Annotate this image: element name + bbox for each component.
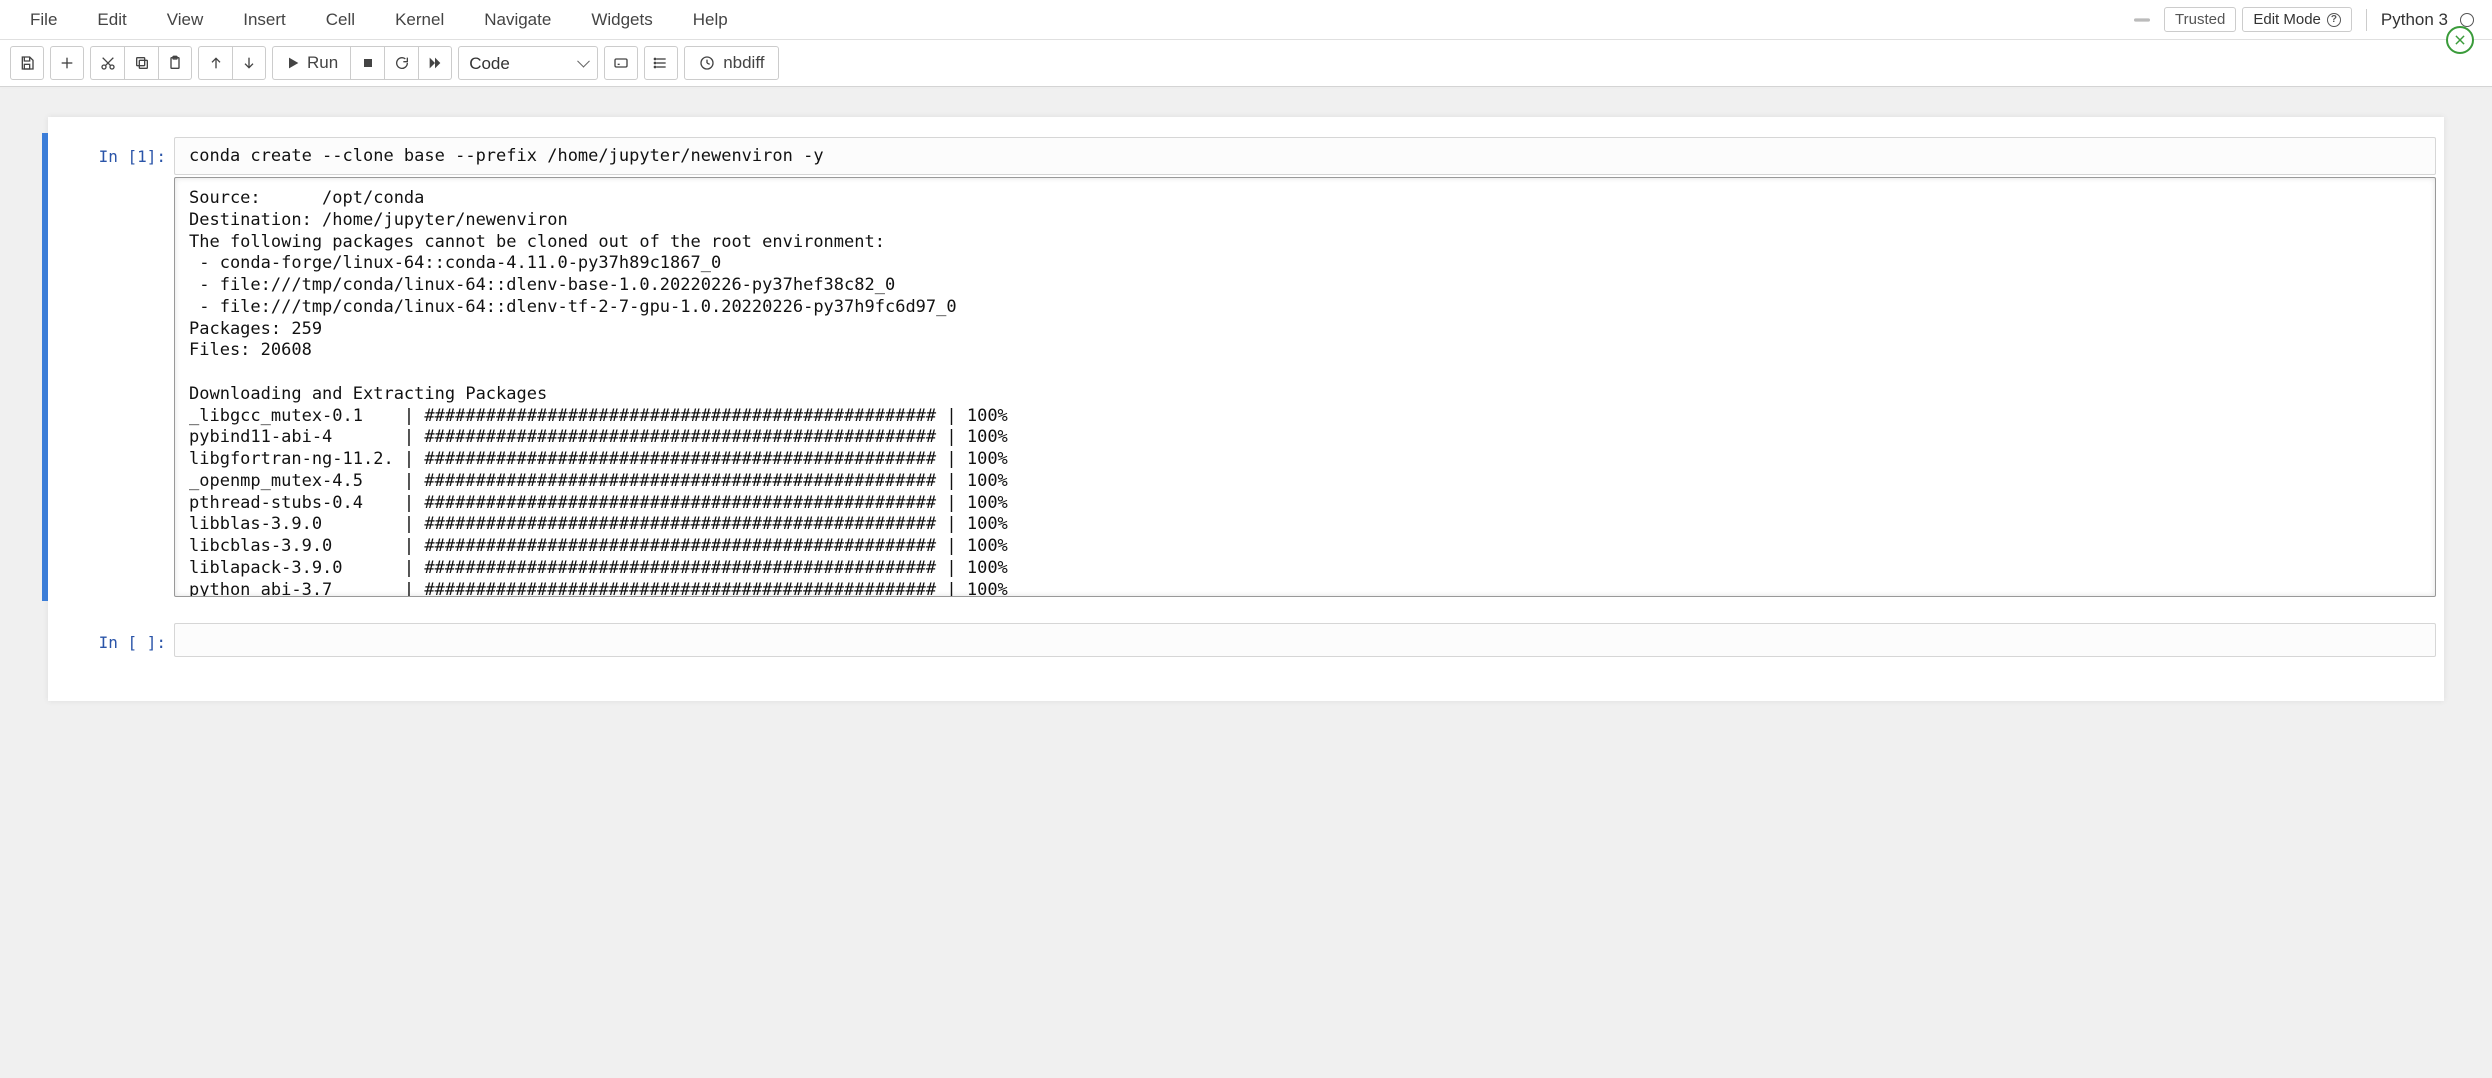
notebook-inner: In [1]: conda create --clone base --pref…: [48, 117, 2444, 701]
collapse-icon[interactable]: [2134, 15, 2154, 25]
cell-1[interactable]: In [1]: conda create --clone base --pref…: [42, 133, 2444, 601]
menu-cell[interactable]: Cell: [306, 2, 375, 38]
menu-edit[interactable]: Edit: [77, 2, 146, 38]
move-group: [198, 46, 266, 80]
cell-input-prompt: In [ ]:: [56, 623, 174, 657]
nbdiff-button[interactable]: nbdiff: [684, 46, 779, 80]
trusted-badge[interactable]: Trusted: [2164, 7, 2236, 32]
paste-button[interactable]: [158, 46, 192, 80]
run-group: Run: [272, 46, 452, 80]
menu-navigate[interactable]: Navigate: [464, 2, 571, 38]
menubar: File Edit View Insert Cell Kernel Naviga…: [0, 0, 2492, 40]
help-icon: ?: [2327, 13, 2341, 27]
toolbar: Run Code nbdiff: [0, 40, 2492, 87]
cell-input-area[interactable]: conda create --clone base --prefix /home…: [174, 137, 2436, 175]
cell-output-text: Source: /opt/conda Destination: /home/ju…: [189, 188, 2421, 597]
move-down-button[interactable]: [232, 46, 266, 80]
celltype-select-wrap: Code: [458, 46, 598, 80]
cell-input-prompt: In [1]:: [56, 137, 174, 597]
cell-body: [174, 623, 2436, 657]
cut-copy-paste-group: [90, 46, 192, 80]
menubar-right: Trusted Edit Mode ? Python 3: [2134, 7, 2482, 32]
menu-widgets[interactable]: Widgets: [571, 2, 672, 38]
move-up-button[interactable]: [198, 46, 232, 80]
restart-button[interactable]: [384, 46, 418, 80]
menu-kernel[interactable]: Kernel: [375, 2, 464, 38]
edit-mode-label: Edit Mode: [2253, 11, 2321, 28]
run-button[interactable]: Run: [272, 46, 350, 80]
restart-run-all-button[interactable]: [418, 46, 452, 80]
run-label: Run: [307, 53, 338, 73]
stop-button[interactable]: [350, 46, 384, 80]
kernel-status-icon[interactable]: [2460, 13, 2474, 27]
menu-file[interactable]: File: [10, 2, 77, 38]
cell-output-area[interactable]: Source: /opt/conda Destination: /home/ju…: [174, 177, 2436, 597]
divider: [2366, 9, 2367, 31]
command-palette-button[interactable]: [604, 46, 638, 80]
edit-mode-badge[interactable]: Edit Mode ?: [2242, 7, 2352, 32]
nbdiff-label: nbdiff: [723, 53, 764, 73]
kernel-name[interactable]: Python 3: [2381, 10, 2448, 30]
cell-input-area[interactable]: [174, 623, 2436, 657]
toc-button[interactable]: [644, 46, 678, 80]
close-round-button[interactable]: [2446, 26, 2474, 54]
cell-body: conda create --clone base --prefix /home…: [174, 137, 2436, 597]
cell-2[interactable]: In [ ]:: [48, 619, 2444, 661]
menubar-left: File Edit View Insert Cell Kernel Naviga…: [10, 2, 748, 38]
copy-button[interactable]: [124, 46, 158, 80]
menu-help[interactable]: Help: [673, 2, 748, 38]
notebook-container: In [1]: conda create --clone base --pref…: [0, 87, 2492, 731]
save-button[interactable]: [10, 46, 44, 80]
cut-button[interactable]: [90, 46, 124, 80]
menu-insert[interactable]: Insert: [223, 2, 306, 38]
menu-view[interactable]: View: [147, 2, 224, 38]
add-cell-button[interactable]: [50, 46, 84, 80]
celltype-select[interactable]: Code: [458, 46, 598, 80]
